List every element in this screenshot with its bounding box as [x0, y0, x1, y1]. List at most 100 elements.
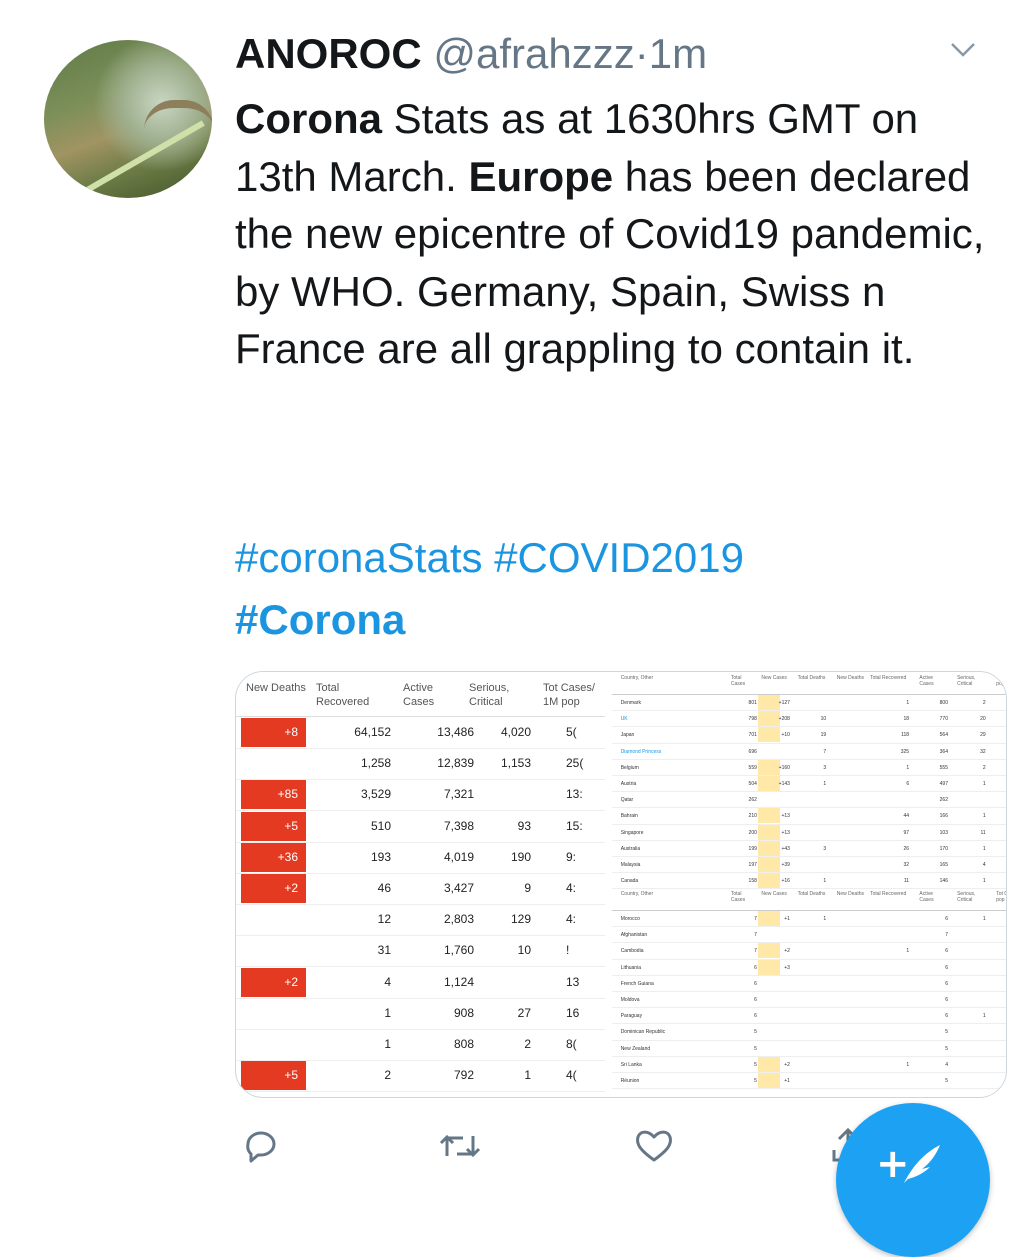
recovered-cell: 46	[377, 881, 391, 895]
country-cell: Canada	[620, 878, 639, 885]
per-m-cell: 123.4	[996, 813, 1006, 819]
critical-cell: 10	[517, 943, 531, 958]
critical-cell: 1	[982, 1013, 986, 1020]
hashtag-corona[interactable]: #Corona	[235, 596, 405, 643]
per-m-cell: 0.2	[996, 932, 1006, 938]
right-header-cell: Tot Cases/ 1M pop	[996, 891, 1006, 903]
table-row: +5 2 792 1 4(	[236, 1060, 605, 1093]
per-m-cell: 0.8	[996, 1013, 1006, 1019]
table-row: Austria 504 +143 1 6 497 1 56.0	[612, 775, 1006, 793]
hashtag-covid2019[interactable]: #COVID2019	[494, 534, 744, 581]
active-cell: 6	[945, 916, 948, 922]
critical-cell: 190	[510, 849, 531, 864]
total-cell: 6	[754, 996, 757, 1003]
recovered-cell: 11	[903, 878, 910, 885]
right-header-cell: Active Cases	[919, 891, 934, 903]
per-m-cell: 56.0	[996, 781, 1006, 787]
active-cell: 908	[453, 1005, 474, 1020]
right-header-cell: Country, Other	[620, 675, 654, 681]
recovered-cell: 97	[903, 829, 910, 836]
tweet-text: Corona Stats as at 1630hrs GMT on 13th M…	[235, 90, 985, 378]
per-m-cell: 1.0	[996, 1046, 1006, 1052]
active-cell: 7,321	[443, 787, 474, 802]
critical-cell: 9	[524, 881, 531, 895]
recovered-cell: 118	[901, 732, 910, 739]
total-cell: 5	[754, 1045, 757, 1052]
right-header-cell: Total Recovered	[870, 891, 907, 897]
deaths-cell: 7	[823, 748, 827, 755]
reply-icon[interactable]	[240, 1124, 284, 1168]
recovered-cell: 193	[370, 849, 391, 864]
new-cell: +13	[781, 829, 790, 836]
recovered-cell: 1	[384, 1037, 391, 1051]
right-header-cell: New Cases	[761, 675, 787, 681]
display-name[interactable]: ANOROC	[235, 30, 422, 77]
total-cell: 158	[748, 878, 757, 885]
table-row: Afghanistan 7 7 0.2	[612, 927, 1006, 944]
active-cell: 1,124	[443, 974, 474, 989]
critical-cell: 93	[517, 818, 531, 833]
country-cell: Réunion	[620, 1077, 640, 1084]
table-row: Cambodia 7 +2 1 6 0.4	[612, 943, 1006, 960]
hashtag-coronastats[interactable]: #coronaStats	[235, 534, 483, 581]
tweet-timestamp[interactable]: 1m	[649, 30, 707, 77]
critical-cell: 1	[524, 1068, 531, 1083]
bold-europe: Europe	[468, 152, 614, 200]
country-cell: Bahrain	[620, 813, 638, 820]
media-image-left-table[interactable]: New Deaths Total Recovered Active Cases …	[236, 672, 605, 1097]
critical-cell: 20	[980, 716, 986, 723]
per-m-cell: 0.2	[996, 916, 1006, 922]
active-cell: 5	[945, 1045, 948, 1052]
right-table-block-1: Country, Other Total Cases New Cases Total …	[612, 672, 1006, 890]
recovered-cell: 2	[384, 1068, 391, 1083]
country-cell: Japan	[620, 732, 635, 739]
right-header-cell: Serious, Critical	[957, 675, 976, 687]
compose-tweet-button[interactable]: +	[836, 1103, 990, 1257]
new-cell: +3	[784, 964, 790, 971]
table-row: Paraguay 6 6 1 0.8	[612, 1008, 1006, 1025]
per-m-cell: 4.2	[996, 878, 1006, 884]
country-cell: Lithuania	[620, 964, 641, 971]
tweet-media[interactable]: New Deaths Total Recovered Active Cases …	[235, 671, 1007, 1098]
critical-cell: 4,020	[500, 725, 531, 739]
critical-cell: 1	[982, 878, 986, 885]
active-cell: 792	[453, 1068, 474, 1083]
country-cell[interactable]: UK	[621, 716, 712, 722]
user-handle[interactable]: @afrahzzz	[433, 30, 634, 77]
active-cell: 12,839	[437, 756, 474, 771]
recovered-cell: 64,152	[354, 725, 391, 739]
active-cell: 3,427	[443, 881, 474, 895]
media-image-right-table[interactable]: Country, Other Total Cases New Cases Total …	[612, 672, 1006, 1097]
header-tot-cases-1m: Tot Cases/ 1M pop	[543, 682, 595, 708]
retweet-icon[interactable]	[438, 1124, 482, 1168]
chevron-down-icon[interactable]	[948, 34, 978, 64]
like-icon[interactable]	[632, 1124, 676, 1168]
per-m-cell: 34.2	[996, 830, 1006, 836]
per-m-cell: 0.4	[996, 948, 1006, 954]
total-cell: 262	[748, 797, 757, 804]
table-row: +8 64,152 13,486 4,020 5(	[236, 717, 605, 749]
per-m-cell: 1.5	[996, 997, 1006, 1003]
new-deaths-cell: +8	[241, 718, 306, 747]
critical-cell: 27	[517, 1005, 531, 1020]
table-row: French Guiana 6 6	[612, 976, 1006, 992]
table-row: +36 193 4,019 190 9:	[236, 842, 605, 874]
table-row: +85 3,529 7,321 13:	[236, 779, 605, 812]
right-header-cell: New Deaths	[836, 675, 864, 681]
active-cell: 1,760	[443, 943, 474, 958]
critical-cell: 2	[524, 1037, 531, 1051]
total-cell: 5	[754, 1077, 757, 1084]
per-m-cell: 138.3	[996, 700, 1006, 706]
total-cell: 7	[754, 932, 757, 939]
header-active-cases: Active Cases	[403, 682, 435, 708]
country-cell: Australia	[620, 845, 641, 852]
total-cell: 798	[748, 716, 757, 723]
active-cell: 165	[939, 861, 948, 868]
country-cell: Morocco	[620, 916, 640, 922]
total-cell: 7	[754, 948, 757, 955]
table-row: +5 510 7,398 93 15:	[236, 811, 605, 843]
avatar[interactable]	[44, 40, 212, 198]
country-cell[interactable]: Diamond Princess	[621, 749, 712, 755]
country-cell: French Guiana	[620, 980, 654, 987]
recovered-cell: 1	[906, 700, 910, 706]
